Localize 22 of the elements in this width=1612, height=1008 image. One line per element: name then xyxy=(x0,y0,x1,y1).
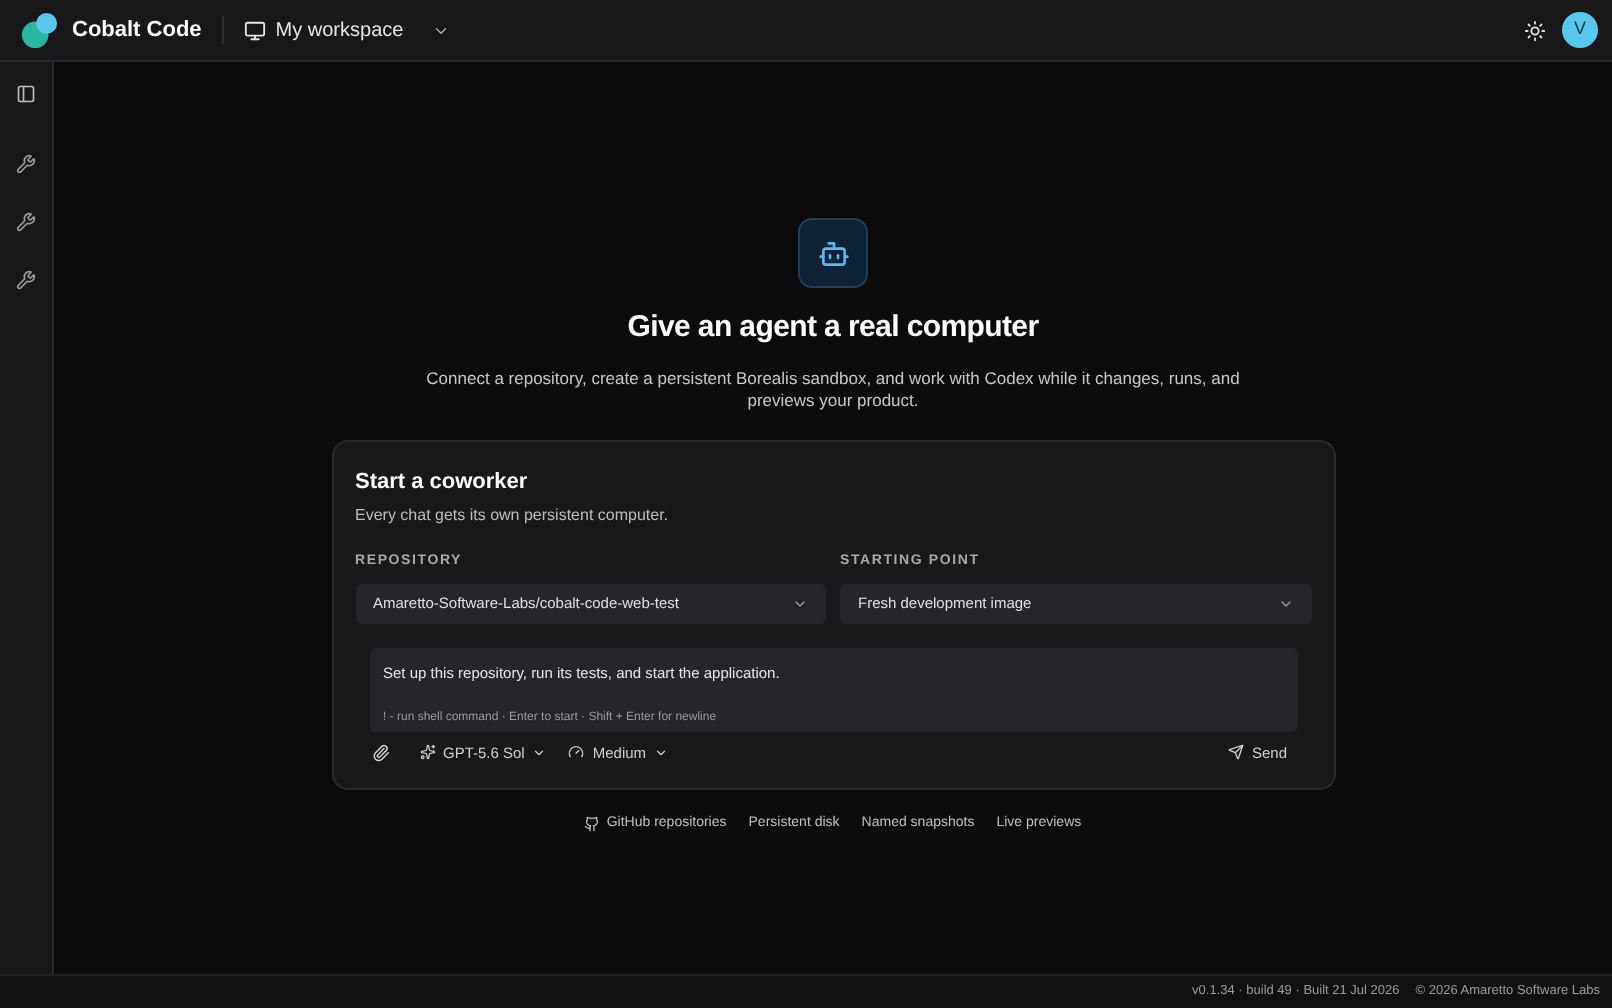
panel-toggle-icon[interactable] xyxy=(16,84,36,104)
chevron-icon xyxy=(532,745,547,760)
avatar[interactable]: V xyxy=(1562,12,1598,48)
robot-icon xyxy=(798,218,868,288)
app-name: Cobalt Code xyxy=(72,15,202,46)
workspace-selector[interactable]: My workspace xyxy=(243,15,450,45)
hero-subtitle: Connect a repository, create a persistent Borealis sandbox, and work with Codex while it changes, runs, and previews your product. xyxy=(424,367,1242,413)
sparkle-icon xyxy=(419,744,435,761)
gauge-icon xyxy=(568,744,585,761)
card-subtitle: Every chat gets its own persistent computer. xyxy=(355,504,671,528)
logo-icon xyxy=(20,11,58,49)
theme-toggle[interactable] xyxy=(1524,19,1546,41)
wrench-icon[interactable] xyxy=(16,212,36,232)
hero-title: Give an agent a real computer xyxy=(627,308,1039,348)
card-title: Start a coworker xyxy=(355,467,530,497)
monitor-icon xyxy=(243,19,266,41)
attach-icon[interactable] xyxy=(371,743,389,762)
wrench-icon[interactable] xyxy=(16,270,36,290)
send-icon xyxy=(1227,744,1244,761)
github-icon xyxy=(584,816,601,832)
chevron-icon xyxy=(654,745,669,760)
wrench-icon[interactable] xyxy=(16,154,36,174)
